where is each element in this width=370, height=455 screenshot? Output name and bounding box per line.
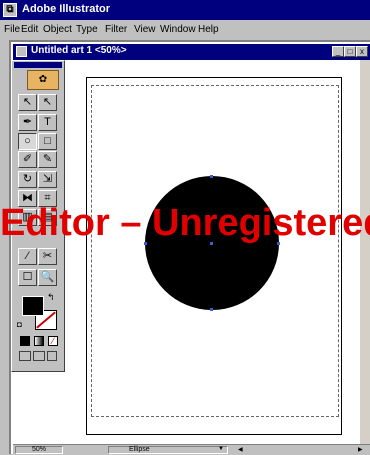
hand-tool-icon[interactable]: ☐ xyxy=(18,269,37,286)
app-title: Adobe Illustrator xyxy=(22,3,111,15)
pencil-tool-icon[interactable]: ✎ xyxy=(38,151,57,168)
menu-bar: File Edit Object Type Filter View Window… xyxy=(0,20,370,40)
swap-colors-icon[interactable]: ↰ xyxy=(47,292,55,303)
document-titlebar[interactable]: Untitled art 1 <50%> xyxy=(13,44,370,60)
eyedropper-tool-icon[interactable]: ⁄ xyxy=(18,248,37,265)
rotate-tool-icon[interactable]: ↻ xyxy=(18,171,37,188)
minimize-button[interactable]: _ xyxy=(332,46,344,57)
scroll-right-icon[interactable]: ▶ xyxy=(358,446,363,453)
direct-selection-tool-icon[interactable]: ↖ xyxy=(38,94,57,111)
restore-button[interactable]: □ xyxy=(344,46,356,57)
document-icon[interactable] xyxy=(16,46,27,57)
unregistered-watermark: Editor – Unregistered xyxy=(0,202,370,244)
app-titlebar: ⧉ Adobe Illustrator xyxy=(0,0,370,20)
scroll-left-icon[interactable]: ◀ xyxy=(238,446,243,453)
selection-tool-icon[interactable]: ↖ xyxy=(18,94,37,111)
illustrator-logo: ✿ xyxy=(27,70,59,90)
menu-object[interactable]: Object xyxy=(43,24,72,35)
paintbrush-tool-icon[interactable]: ✐ xyxy=(18,151,37,168)
vertical-scrollbar[interactable] xyxy=(360,60,370,444)
menu-edit[interactable]: Edit xyxy=(21,24,38,35)
fill-mode-gradient-icon[interactable] xyxy=(34,336,44,346)
pen-tool-icon[interactable]: ✒ xyxy=(18,114,37,131)
zoom-tool-icon[interactable]: 🔍 xyxy=(38,269,57,286)
screen-mode-full-icon[interactable] xyxy=(47,351,57,361)
illustrator-app-icon[interactable]: ⧉ xyxy=(3,3,17,17)
menu-type[interactable]: Type xyxy=(76,24,98,35)
fill-mode-none-icon[interactable]: ⁄ xyxy=(48,336,58,346)
default-colors-icon[interactable]: ◘ xyxy=(17,320,22,329)
rectangle-tool-icon[interactable]: □ xyxy=(38,133,57,150)
type-tool-icon[interactable]: T xyxy=(38,114,57,131)
scissors-tool-icon[interactable]: ✂ xyxy=(38,248,57,265)
screen-mode-menu-icon[interactable] xyxy=(33,351,45,361)
close-button[interactable]: x xyxy=(356,46,368,57)
anchor-point-top[interactable] xyxy=(210,175,213,178)
screen-mode-standard-icon[interactable] xyxy=(19,351,31,361)
document-title: Untitled art 1 <50%> xyxy=(31,45,127,56)
status-menu-arrow-icon[interactable]: ▼ xyxy=(218,446,224,452)
status-bar: 50% Ellipse ▼ ◀ ▶ xyxy=(13,444,370,455)
menu-filter[interactable]: Filter xyxy=(105,24,127,35)
menu-window[interactable]: Window xyxy=(160,24,196,35)
menu-view[interactable]: View xyxy=(134,24,156,35)
zoom-field[interactable]: 50% xyxy=(15,446,63,454)
toolbox-titlebar[interactable] xyxy=(14,62,62,68)
fill-mode-color-icon[interactable] xyxy=(20,336,30,346)
fill-color-swatch[interactable] xyxy=(22,296,44,316)
anchor-point-bottom[interactable] xyxy=(210,308,213,311)
scale-tool-icon[interactable]: ⇲ xyxy=(38,171,57,188)
ellipse-tool-icon[interactable]: ○ xyxy=(18,133,37,150)
menu-file[interactable]: File xyxy=(4,24,20,35)
menu-help[interactable]: Help xyxy=(198,24,219,35)
status-field[interactable]: Ellipse xyxy=(108,446,228,454)
